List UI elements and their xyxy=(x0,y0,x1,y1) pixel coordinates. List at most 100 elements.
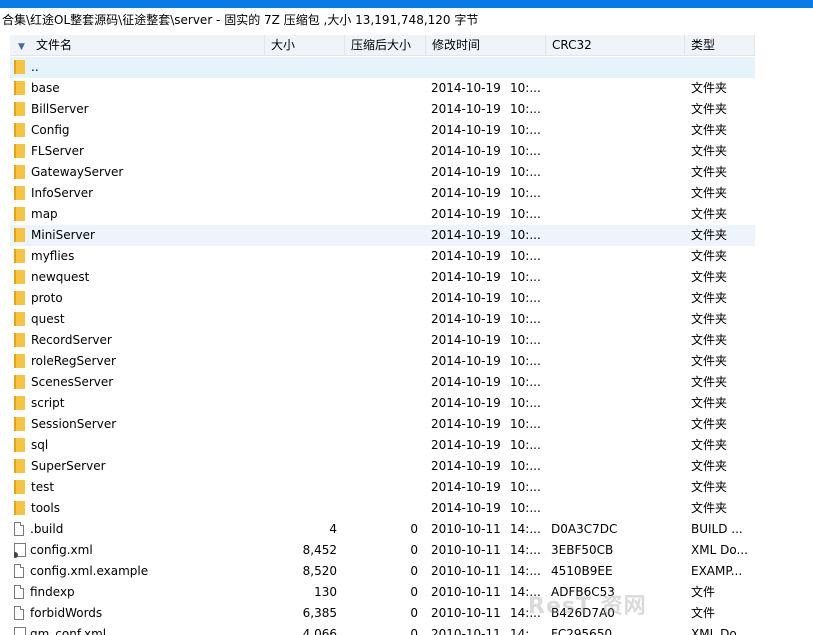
file-name: proto xyxy=(31,291,63,305)
packed-size-cell xyxy=(345,372,418,393)
crc-cell xyxy=(551,78,681,99)
column-modified-label: 修改时间 xyxy=(432,38,481,52)
size-cell xyxy=(265,477,337,498)
packed-size-cell xyxy=(345,309,418,330)
column-packed-size[interactable]: 压缩后大小 xyxy=(345,35,426,56)
folder-row[interactable]: .. xyxy=(10,57,755,78)
name-cell: BillServer xyxy=(14,99,264,120)
folder-row[interactable]: ScenesServer 2014-10-19 10:... 文件夹 xyxy=(10,372,755,393)
folder-row[interactable]: SuperServer 2014-10-19 10:... 文件夹 xyxy=(10,456,755,477)
date-cell: 2014-10-19 xyxy=(431,207,501,221)
folder-row[interactable]: sql 2014-10-19 10:... 文件夹 xyxy=(10,435,755,456)
folder-row[interactable]: newquest 2014-10-19 10:... 文件夹 xyxy=(10,267,755,288)
folder-row[interactable]: BillServer 2014-10-19 10:... 文件夹 xyxy=(10,99,755,120)
name-cell: ScenesServer xyxy=(14,372,264,393)
file-name: script xyxy=(31,396,65,410)
type-cell: 文件夹 xyxy=(691,102,728,116)
folder-row[interactable]: test 2014-10-19 10:... 文件夹 xyxy=(10,477,755,498)
folder-icon xyxy=(14,186,25,200)
size-cell xyxy=(265,456,337,477)
folder-row[interactable]: MiniServer 2014-10-19 10:... 文件夹 xyxy=(10,225,755,246)
column-modified[interactable]: 修改时间 xyxy=(426,35,546,56)
time-cell: 10:... xyxy=(510,354,540,368)
name-cell: config.xml.example xyxy=(14,561,264,582)
folder-icon xyxy=(14,291,25,305)
date-cell: 2014-10-19 xyxy=(431,375,501,389)
type-cell: 文件夹 xyxy=(691,501,728,515)
size-cell xyxy=(265,78,337,99)
folder-icon xyxy=(14,417,25,431)
folder-row[interactable]: script 2014-10-19 10:... 文件夹 xyxy=(10,393,755,414)
folder-row[interactable]: roleRegServer 2014-10-19 10:... 文件夹 xyxy=(10,351,755,372)
type-cell: 文件夹 xyxy=(691,396,728,410)
date-cell: 2014-10-19 xyxy=(431,354,501,368)
file-name: findexp xyxy=(30,585,75,599)
file-row[interactable]: .build 4 0 2010-10-11 14:... D0A3C7DC BUILD ..… xyxy=(10,519,755,540)
folder-row[interactable]: quest 2014-10-19 10:... 文件夹 xyxy=(10,309,755,330)
folder-row[interactable]: SessionServer 2014-10-19 10:... 文件夹 xyxy=(10,414,755,435)
folder-icon xyxy=(14,228,25,242)
folder-row[interactable]: proto 2014-10-19 10:... 文件夹 xyxy=(10,288,755,309)
column-type[interactable]: 类型 xyxy=(685,35,755,56)
type-cell xyxy=(691,57,755,78)
time-cell: 14:... xyxy=(510,564,540,578)
name-cell: InfoServer xyxy=(14,183,264,204)
file-list[interactable]: ▼ 文件名 大小 压缩后大小 修改时间 CRC32 类型 .. base 2014-1… xyxy=(10,35,813,635)
folder-icon xyxy=(14,165,25,179)
title-bar-strip xyxy=(0,0,813,8)
type-cell: 文件 xyxy=(691,606,716,620)
date-cell: 2014-10-19 xyxy=(431,396,501,410)
file-name: test xyxy=(31,480,55,494)
packed-size-cell xyxy=(345,414,418,435)
date-cell: 2014-10-19 xyxy=(431,417,501,431)
time-cell: 10:... xyxy=(510,375,540,389)
file-row[interactable]: config.xml.example 8,520 0 2010-10-11 14:...… xyxy=(10,561,755,582)
column-name[interactable]: ▼ 文件名 xyxy=(10,35,265,56)
name-cell: gm_conf.xml xyxy=(14,624,264,635)
column-name-label: 文件名 xyxy=(36,38,73,52)
file-row[interactable]: config.xml 8,452 0 2010-10-11 14:... 3EBF50CB… xyxy=(10,540,755,561)
size-cell xyxy=(265,351,337,372)
type-cell: 文件夹 xyxy=(691,333,728,347)
file-name: newquest xyxy=(31,270,90,284)
file-icon xyxy=(14,606,24,620)
type-cell: EXAMP... xyxy=(691,564,743,578)
folder-row[interactable]: base 2014-10-19 10:... 文件夹 xyxy=(10,78,755,99)
time-cell: 10:... xyxy=(510,396,540,410)
date-cell: 2014-10-19 xyxy=(431,459,501,473)
folder-row[interactable]: map 2014-10-19 10:... 文件夹 xyxy=(10,204,755,225)
column-crc32[interactable]: CRC32 xyxy=(546,35,685,56)
size-cell xyxy=(265,267,337,288)
folder-row[interactable]: myflies 2014-10-19 10:... 文件夹 xyxy=(10,246,755,267)
column-crc-label: CRC32 xyxy=(552,38,592,52)
name-cell: quest xyxy=(14,309,264,330)
folder-icon xyxy=(14,333,25,347)
folder-icon xyxy=(14,60,25,74)
folder-row[interactable]: Config 2014-10-19 10:... 文件夹 xyxy=(10,120,755,141)
name-cell: SuperServer xyxy=(14,456,264,477)
type-cell: XML Do... xyxy=(691,543,748,557)
folder-row[interactable]: InfoServer 2014-10-19 10:... 文件夹 xyxy=(10,183,755,204)
date-cell: 2010-10-11 xyxy=(431,522,501,536)
size-cell xyxy=(265,183,337,204)
time-cell: 10:... xyxy=(510,102,540,116)
type-cell: 文件夹 xyxy=(691,144,728,158)
file-name: tools xyxy=(31,501,60,515)
type-cell: 文件夹 xyxy=(691,81,728,95)
file-row[interactable]: gm_conf.xml 4,066 0 2010-10-11 14:... FC29565… xyxy=(10,624,755,635)
file-name: .. xyxy=(31,60,39,74)
folder-icon xyxy=(14,438,25,452)
type-cell: 文件夹 xyxy=(691,291,728,305)
date-cell: 2014-10-19 xyxy=(431,144,501,158)
column-size[interactable]: 大小 xyxy=(265,35,345,56)
folder-row[interactable]: RecordServer 2014-10-19 10:... 文件夹 xyxy=(10,330,755,351)
folder-row[interactable]: GatewayServer 2014-10-19 10:... 文件夹 xyxy=(10,162,755,183)
date-cell: 2014-10-19 xyxy=(431,501,501,515)
type-cell: 文件夹 xyxy=(691,375,728,389)
folder-row[interactable]: tools 2014-10-19 10:... 文件夹 xyxy=(10,498,755,519)
folder-row[interactable]: FLServer 2014-10-19 10:... 文件夹 xyxy=(10,141,755,162)
name-cell: MiniServer xyxy=(14,225,264,246)
column-type-label: 类型 xyxy=(691,38,716,52)
type-cell: 文件 xyxy=(691,585,716,599)
name-cell: roleRegServer xyxy=(14,351,264,372)
